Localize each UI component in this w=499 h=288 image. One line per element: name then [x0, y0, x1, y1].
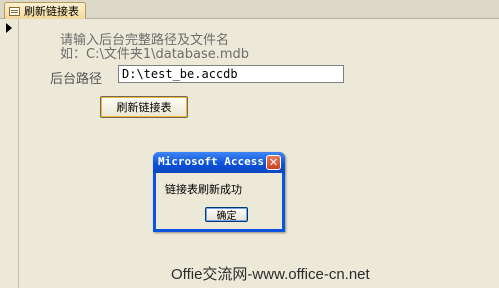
- record-selector[interactable]: [0, 19, 19, 288]
- watermark: Offie交流网-www.office-cn.net: [171, 266, 370, 283]
- document-tab-strip: 刷新链接表: [0, 0, 499, 19]
- message-box-title: Microsoft Access: [158, 155, 264, 168]
- tab-label: 刷新链接表: [24, 5, 79, 18]
- refresh-links-button[interactable]: 刷新链接表: [100, 96, 188, 118]
- message-box-body: 链接表刷新成功 确定: [156, 173, 282, 229]
- form-icon: [9, 6, 20, 16]
- backend-path-input[interactable]: D:\test_be.accdb: [118, 65, 344, 83]
- hint-text-line2: 如：C:\文件夹1\database.mdb: [60, 47, 250, 62]
- message-box: Microsoft Access ✕ 链接表刷新成功 确定: [153, 152, 285, 232]
- message-text: 链接表刷新成功: [165, 183, 242, 196]
- tab-refresh-links[interactable]: 刷新链接表: [4, 2, 86, 19]
- record-pointer-icon: [6, 23, 12, 33]
- close-icon[interactable]: ✕: [266, 155, 281, 170]
- ok-button[interactable]: 确定: [205, 207, 248, 222]
- backend-path-label: 后台路径: [50, 72, 103, 87]
- message-box-titlebar: Microsoft Access ✕: [153, 152, 285, 173]
